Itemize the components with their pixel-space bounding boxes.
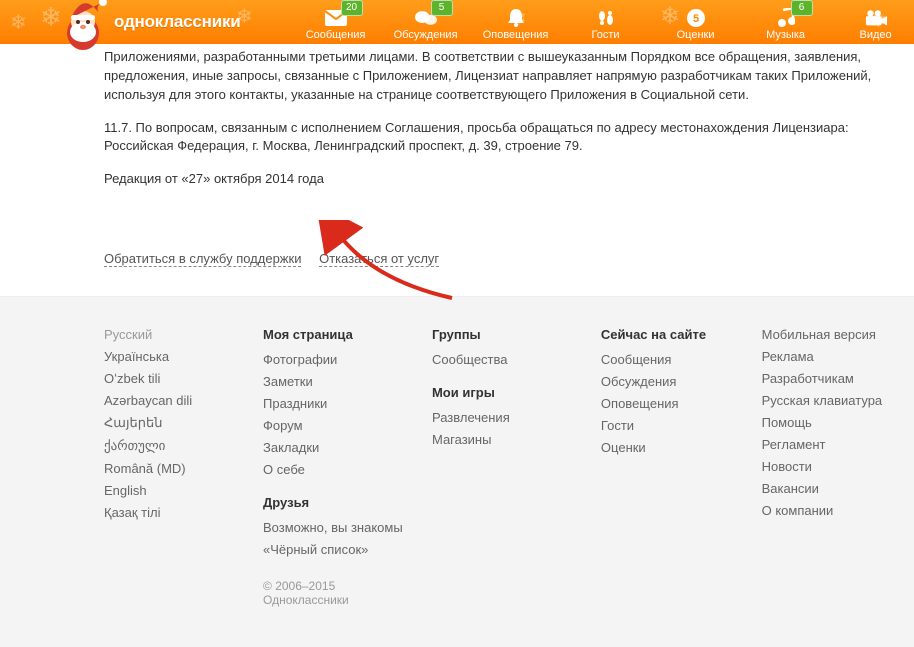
footer-heading: Друзья (263, 495, 412, 510)
footer-link[interactable]: Русская клавиатура (762, 393, 894, 408)
language-link[interactable]: English (104, 483, 243, 498)
footer-col-mypage: Моя страница Фотографии Заметки Праздник… (263, 327, 432, 607)
language-link[interactable]: Azərbaycan dili (104, 393, 243, 408)
svg-text:5: 5 (693, 13, 699, 25)
footer-link[interactable]: О себе (263, 462, 412, 477)
footer-link[interactable]: Возможно, вы знакомы (263, 520, 412, 535)
nav-ratings[interactable]: 5 Оценки (651, 0, 741, 44)
footer-heading: Сейчас на сайте (601, 327, 742, 342)
footer-link[interactable]: Закладки (263, 440, 412, 455)
footer-link[interactable]: Гости (601, 418, 742, 433)
footer-col-online: Сейчас на сайте Сообщения Обсуждения Опо… (601, 327, 762, 607)
video-camera-icon (865, 8, 887, 28)
nav-music[interactable]: 6 Музыка (741, 0, 831, 44)
footer-link[interactable]: Новости (762, 459, 894, 474)
nav-label: Оповещения (483, 29, 549, 41)
nav-messages-badge: 20 (341, 0, 363, 16)
nav-messages[interactable]: 20 Сообщения (291, 0, 381, 44)
action-links-row: Обратиться в службу поддержки Отказаться… (58, 233, 914, 296)
footprints-icon (595, 8, 617, 28)
language-link[interactable]: Oʻzbek tili (104, 371, 243, 386)
footer-heading: Группы (432, 327, 581, 342)
santa-mascot-icon (58, 0, 108, 53)
nav-label: Обсуждения (394, 29, 458, 41)
copyright-text: © 2006–2015 Одноклассники (263, 579, 412, 607)
footer-link[interactable]: Заметки (263, 374, 412, 389)
footer-link[interactable]: Регламент (762, 437, 894, 452)
footer-col-languages: Русский Українська Oʻzbek tili Azərbayca… (104, 327, 263, 607)
language-link[interactable]: Հայերեն (104, 415, 243, 431)
footer-link[interactable]: «Чёрный список» (263, 542, 412, 557)
footer-link[interactable]: Вакансии (762, 481, 894, 496)
agreement-paragraph: Приложениями, разработанными третьими ли… (104, 48, 914, 105)
nav-guests[interactable]: Гости (561, 0, 651, 44)
agreement-revision-date: Редакция от «27» октября 2014 года (104, 170, 914, 189)
top-nav-bar: ❄ ❄ ❄ ❄ ❄ ❄ одноклассники 20 Сообщения 5 (0, 0, 914, 44)
nav-music-badge: 6 (791, 0, 813, 16)
nav-label: Сообщения (306, 29, 366, 41)
nav-label: Гости (592, 29, 620, 41)
footer-link[interactable]: Оценки (601, 440, 742, 455)
agreement-text: Приложениями, разработанными третьими ли… (58, 44, 914, 233)
top-nav: 20 Сообщения 5 Обсуждения Оповещения (291, 0, 914, 44)
footer-link[interactable]: Реклама (762, 349, 894, 364)
footer-link[interactable]: Фотографии (263, 352, 412, 367)
footer-heading: Моя страница (263, 327, 412, 342)
footer-link[interactable]: Развлечения (432, 410, 581, 425)
footer-link[interactable]: Обсуждения (601, 374, 742, 389)
contact-support-link[interactable]: Обратиться в службу поддержки (104, 251, 301, 267)
footer-link[interactable]: Мобильная версия (762, 327, 894, 342)
rating-5-icon: 5 (685, 8, 707, 28)
nav-discussions-badge: 5 (431, 0, 453, 16)
footer-link[interactable]: Разработчикам (762, 371, 894, 386)
language-link[interactable]: Қазақ тілі (104, 505, 243, 520)
page-body: Приложениями, разработанными третьими ли… (0, 44, 914, 296)
site-logo-text[interactable]: одноклассники (114, 12, 241, 32)
footer-link[interactable]: О компании (762, 503, 894, 518)
language-link[interactable]: Română (MD) (104, 461, 243, 476)
nav-video[interactable]: Видео (831, 0, 914, 44)
footer-col-groups: Группы Сообщества Мои игры Развлечения М… (432, 327, 601, 607)
agreement-paragraph: 11.7. По вопросам, связанным с исполнени… (104, 119, 914, 157)
footer-heading: Мои игры (432, 385, 581, 400)
footer-link[interactable]: Оповещения (601, 396, 742, 411)
nav-discussions[interactable]: 5 Обсуждения (381, 0, 471, 44)
nav-label: Оценки (677, 29, 715, 41)
footer-link[interactable]: Сообщения (601, 352, 742, 367)
current-language: Русский (104, 327, 243, 342)
footer-link[interactable]: Форум (263, 418, 412, 433)
left-gutter (0, 44, 58, 296)
language-link[interactable]: Українська (104, 349, 243, 364)
footer-col-site: Мобильная версия Реклама Разработчикам Р… (762, 327, 914, 607)
nav-label: Видео (859, 29, 891, 41)
footer-link[interactable]: Помощь (762, 415, 894, 430)
bell-icon (505, 8, 527, 28)
footer-link[interactable]: Магазины (432, 432, 581, 447)
nav-label: Музыка (766, 29, 805, 41)
footer-link[interactable]: Праздники (263, 396, 412, 411)
site-footer: Русский Українська Oʻzbek tili Azərbayca… (0, 296, 914, 647)
language-link[interactable]: ქართული (104, 438, 243, 454)
footer-link[interactable]: Сообщества (432, 352, 581, 367)
nav-notifications[interactable]: Оповещения (471, 0, 561, 44)
opt-out-link[interactable]: Отказаться от услуг (319, 251, 439, 267)
